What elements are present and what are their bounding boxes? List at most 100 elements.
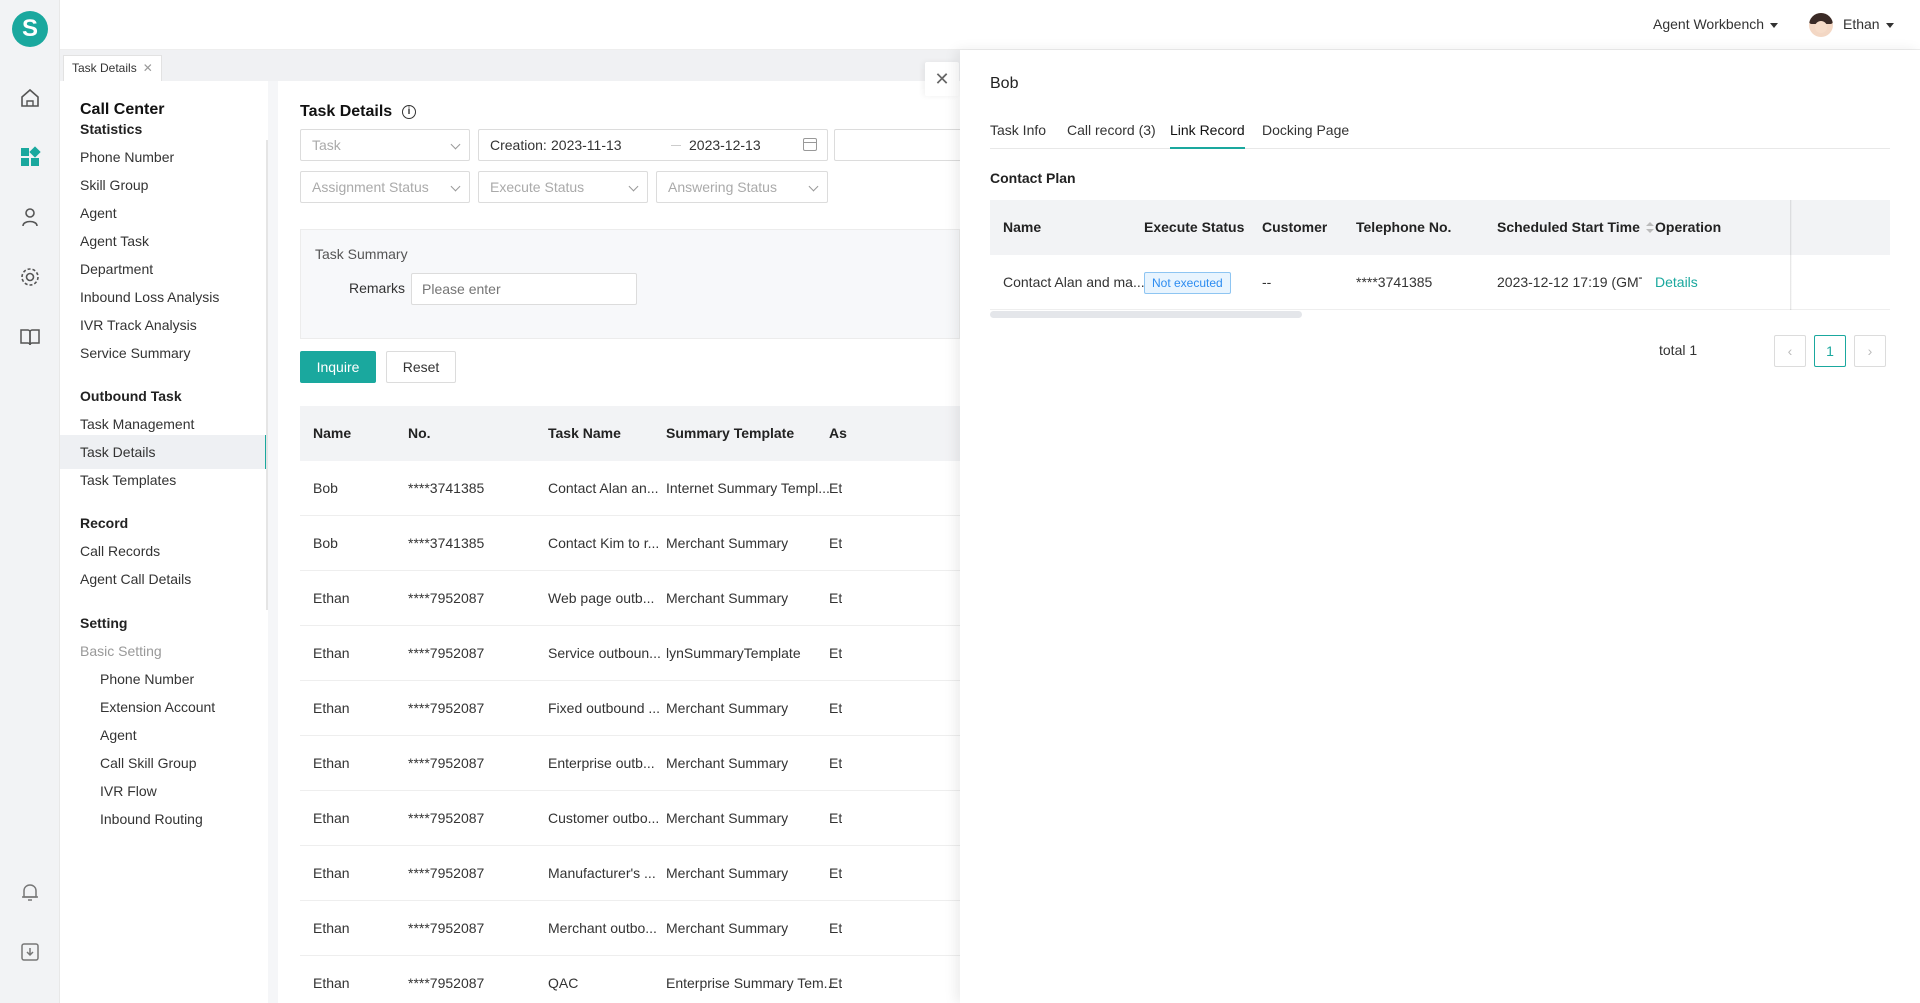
table-cell: Contact Kim to r... bbox=[548, 535, 660, 551]
table-cell: Customer outbo... bbox=[548, 810, 660, 826]
tab-task-info[interactable]: Task Info bbox=[990, 115, 1046, 149]
table-cell: Et bbox=[829, 865, 843, 881]
table-cell: Manufacturer's ... bbox=[548, 865, 656, 881]
book-icon[interactable] bbox=[18, 325, 42, 349]
section-title: Contact Plan bbox=[990, 170, 1076, 186]
info-icon[interactable]: i bbox=[402, 105, 416, 119]
table-cell: Ethan bbox=[313, 810, 350, 826]
table-cell: Ethan bbox=[313, 865, 350, 881]
pagination-total: total 1 bbox=[1659, 342, 1698, 358]
users-icon[interactable] bbox=[18, 205, 42, 229]
table-cell: Merchant Summary bbox=[666, 755, 789, 771]
table-row[interactable]: Bob ****3741385 Contact Kim to r... Merchan… bbox=[300, 516, 960, 571]
creation-date-range[interactable]: Creation: 2023-11-13 2023-12-13 bbox=[478, 129, 828, 161]
drawer-close-button[interactable]: ✕ bbox=[925, 62, 959, 96]
table-row[interactable]: Bob ****3741385 Contact Alan an... Internet… bbox=[300, 461, 960, 516]
user-menu[interactable]: Ethan bbox=[1843, 16, 1894, 32]
table-cell: lynSummaryTemplate bbox=[666, 645, 801, 661]
tab-docking-page[interactable]: Docking Page bbox=[1262, 115, 1349, 149]
inquire-button[interactable]: Inquire bbox=[300, 351, 376, 383]
table-row[interactable]: Ethan ****7952087 Merchant outbo... Merchan… bbox=[300, 901, 960, 956]
table-cell: QAC bbox=[548, 975, 579, 991]
dashboard-icon[interactable] bbox=[18, 145, 42, 169]
table-cell-start-time: 2023-12-12 17:19 (GMT+08:0 bbox=[1497, 274, 1642, 290]
table-cell: Merchant Summary bbox=[666, 920, 789, 936]
remarks-input[interactable] bbox=[411, 273, 637, 305]
app-logo[interactable]: S bbox=[12, 11, 48, 47]
table-row[interactable]: Ethan ****7952087 QAC Enterprise Summary Te… bbox=[300, 956, 960, 1003]
summary-title: Task Summary bbox=[315, 246, 408, 262]
table-cell: Et bbox=[829, 975, 843, 991]
table-cell: Web page outb... bbox=[548, 590, 655, 606]
horizontal-scrollbar[interactable] bbox=[990, 311, 1302, 318]
task-summary-panel: Task Summary Remarks bbox=[300, 229, 960, 339]
table-row[interactable]: Ethan ****7952087 Enterprise outb... Mercha… bbox=[300, 736, 960, 791]
table-row[interactable]: Ethan ****7952087 Customer outbo... Merchan… bbox=[300, 791, 960, 846]
table-row[interactable]: Ethan ****7952087 Fixed outbound ... Mercha… bbox=[300, 681, 960, 736]
column-header[interactable]: Task Name bbox=[548, 406, 621, 461]
user-name: Ethan bbox=[1843, 16, 1880, 32]
agent-workbench-label: Agent Workbench bbox=[1653, 16, 1765, 32]
tab-strip: Task Details ✕ bbox=[60, 50, 960, 81]
column-header[interactable]: No. bbox=[408, 406, 431, 461]
details-link[interactable]: Details bbox=[1655, 274, 1698, 290]
execute-status-select[interactable]: Execute Status bbox=[478, 171, 648, 203]
table-row[interactable]: Ethan ****7952087 Manufacturer's ... Mercha… bbox=[300, 846, 960, 901]
chevron-right-icon: › bbox=[1867, 343, 1873, 359]
home-icon[interactable] bbox=[18, 86, 42, 110]
answering-status-select[interactable]: Answering Status bbox=[656, 171, 828, 203]
table-cell: Et bbox=[829, 810, 843, 826]
avatar[interactable] bbox=[1809, 13, 1833, 37]
sort-icon[interactable] bbox=[1645, 222, 1654, 234]
table-cell: Merchant Summary bbox=[666, 535, 789, 551]
table-cell: Bob bbox=[313, 480, 338, 496]
column-header: Scheduled Start Time bbox=[1497, 200, 1654, 255]
settings-icon[interactable] bbox=[18, 265, 42, 289]
chevron-down-icon bbox=[1885, 22, 1894, 28]
column-header: Execute Status bbox=[1144, 219, 1245, 235]
assignment-status-select[interactable]: Assignment Status bbox=[300, 171, 470, 203]
tab-task-details[interactable]: Task Details ✕ bbox=[63, 55, 162, 81]
table-header: Name No. Task Name Summary Template As bbox=[300, 406, 960, 461]
chevron-down-icon bbox=[450, 181, 461, 192]
tab-link-record[interactable]: Link Record bbox=[1170, 115, 1245, 149]
main-content: Task Details i Task Creation: 2023-11-13… bbox=[268, 81, 960, 1003]
sidebar-item-task-templates[interactable]: Task Templates bbox=[60, 463, 268, 497]
next-page-button[interactable]: › bbox=[1854, 335, 1886, 367]
bell-icon[interactable] bbox=[18, 880, 42, 904]
column-header: Name bbox=[1003, 219, 1042, 235]
prev-page-button[interactable]: ‹ bbox=[1774, 335, 1806, 367]
table-cell: ****7952087 bbox=[408, 810, 485, 826]
answering-placeholder: Answering Status bbox=[668, 179, 777, 195]
sidebar-item-agent-call-details[interactable]: Agent Call Details bbox=[60, 562, 268, 596]
table-cell: Et bbox=[829, 535, 843, 551]
column-header[interactable]: As bbox=[829, 406, 847, 461]
sidebar-item-service-summary[interactable]: Service Summary bbox=[60, 336, 268, 370]
column-header[interactable]: Summary Template bbox=[666, 406, 794, 461]
chevron-down-icon bbox=[808, 181, 819, 192]
chevron-left-icon: ‹ bbox=[1787, 343, 1793, 359]
table-row[interactable]: Ethan ****7952087 Web page outb... Merchant… bbox=[300, 571, 960, 626]
extra-filter-field[interactable] bbox=[834, 129, 960, 161]
task-placeholder: Task bbox=[312, 137, 341, 153]
close-icon[interactable]: ✕ bbox=[143, 56, 153, 81]
table-cell: Merchant Summary bbox=[666, 810, 789, 826]
fixed-column-shadow bbox=[1790, 200, 1792, 310]
table-cell-operation: Details bbox=[1655, 255, 1698, 310]
reset-button[interactable]: Reset bbox=[386, 351, 456, 383]
task-select[interactable]: Task bbox=[300, 129, 470, 161]
table-row[interactable]: Ethan ****7952087 Service outboun... lynSum… bbox=[300, 626, 960, 681]
table-cell: ****7952087 bbox=[408, 645, 485, 661]
download-icon[interactable] bbox=[18, 940, 42, 964]
table-cell: Et bbox=[829, 590, 843, 606]
table-cell: Ethan bbox=[313, 755, 350, 771]
calendar-icon bbox=[803, 138, 817, 151]
tab-call-record-3[interactable]: Call record (3) bbox=[1067, 115, 1156, 149]
table-cell: ****7952087 bbox=[408, 700, 485, 716]
agent-workbench-dropdown[interactable]: Agent Workbench bbox=[1653, 16, 1779, 32]
table-cell-customer: -- bbox=[1262, 274, 1272, 290]
table-row: Contact Alan and ma... Not executed -- ****… bbox=[990, 255, 1890, 310]
column-header[interactable]: Name bbox=[313, 406, 351, 461]
page-button[interactable]: 1 bbox=[1814, 335, 1846, 367]
sidebar-item-inbound-routing[interactable]: Inbound Routing bbox=[60, 802, 268, 836]
